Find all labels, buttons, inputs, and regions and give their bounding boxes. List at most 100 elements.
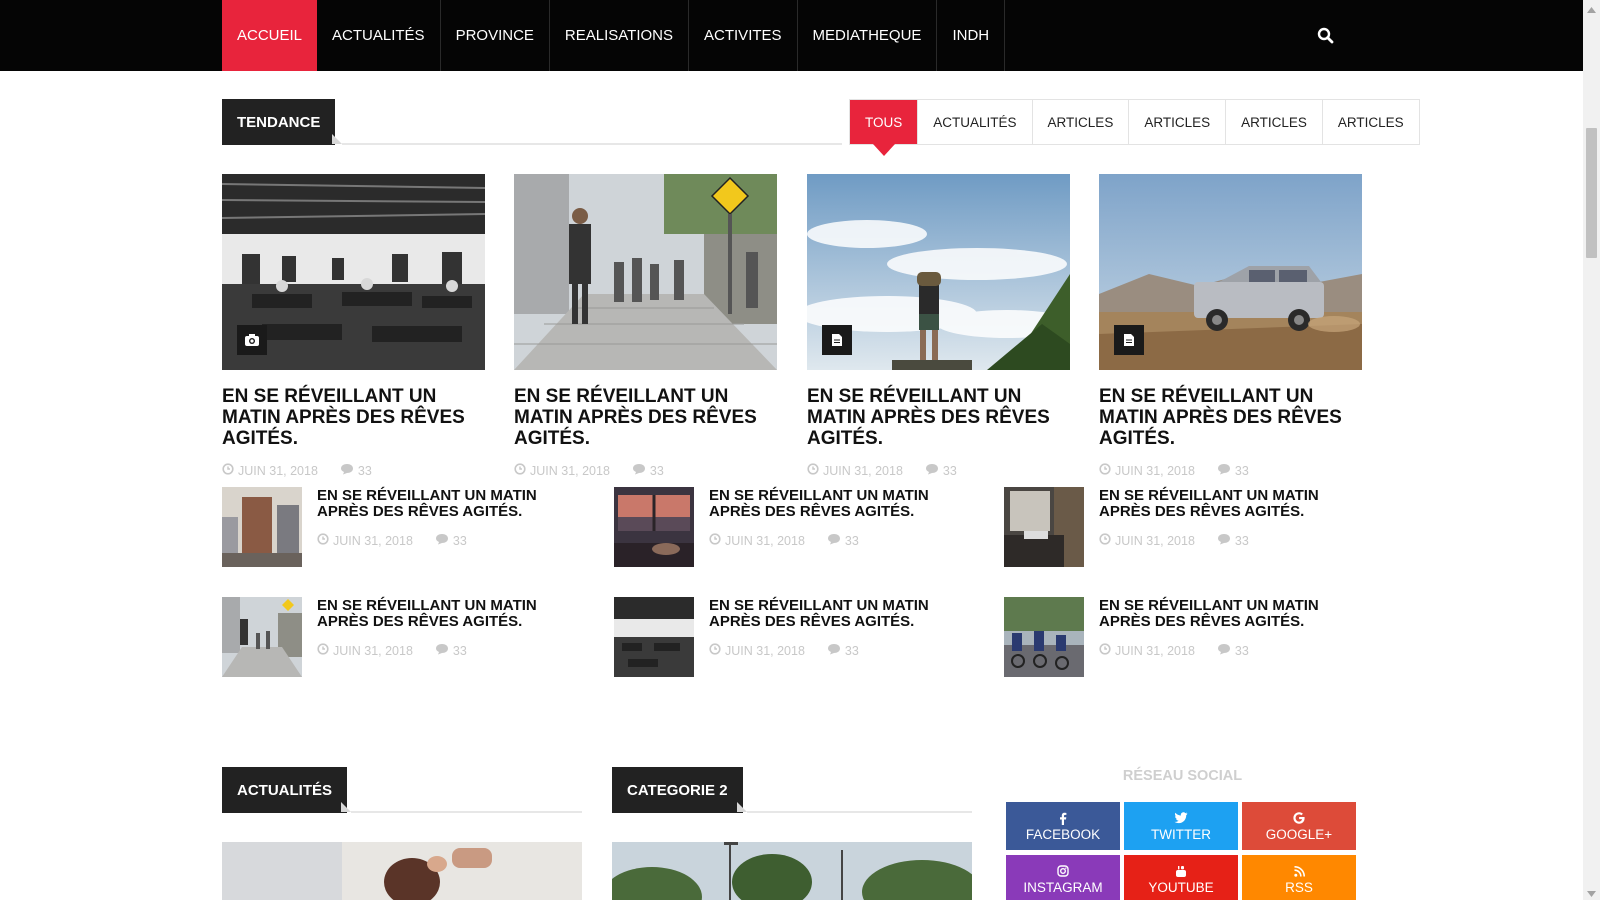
comment-icon: [632, 463, 646, 478]
tab-tous[interactable]: TOUS: [850, 100, 919, 156]
clock-icon: [709, 643, 721, 658]
news-article-image[interactable]: [222, 842, 582, 900]
scroll-up-arrow-icon[interactable]: [1586, 2, 1597, 13]
article-date: JUIN 31, 2018: [333, 643, 413, 658]
article-image[interactable]: [1099, 174, 1362, 370]
article-meta: JUIN 31, 2018 33: [709, 643, 859, 658]
clock-icon: [514, 463, 526, 478]
article-date: JUIN 31, 2018: [1115, 643, 1195, 658]
clock-icon: [1099, 643, 1111, 658]
rss-button[interactable]: RSS: [1242, 855, 1356, 900]
news-section-header: ACTUALITÉS: [222, 767, 582, 813]
tab-articles-1[interactable]: ARTICLES: [1033, 100, 1130, 144]
nav-item-mediatheque[interactable]: MEDIATHEQUE: [798, 0, 938, 71]
facebook-icon: [1059, 810, 1067, 826]
trending-title: TENDANCE: [222, 99, 336, 145]
comment-count: 33: [1234, 533, 1249, 548]
nav-item-actualites[interactable]: ACTUALITÉS: [317, 0, 441, 71]
article-date: JUIN 31, 2018: [238, 463, 318, 478]
article-meta: JUIN 31, 2018 33: [709, 533, 859, 548]
scrollbar-thumb[interactable]: [1586, 128, 1597, 258]
article-image[interactable]: [807, 174, 1070, 370]
article-title[interactable]: EN SE RÉVEILLANT UN MATIN APRÈS DES RÊVE…: [709, 488, 974, 520]
comment-icon: [1217, 463, 1231, 478]
trending-header: TENDANCE: [222, 99, 842, 145]
category2-article-image[interactable]: [612, 842, 972, 900]
main-nav: ACCUEIL ACTUALITÉS PROVINCE REALISATIONS…: [222, 0, 1006, 71]
article-date: JUIN 31, 2018: [1115, 533, 1195, 548]
clock-icon: [222, 463, 234, 478]
comment-icon: [827, 533, 841, 548]
comment-count: 33: [452, 533, 467, 548]
article-thumbnail[interactable]: [1004, 597, 1084, 677]
article-image[interactable]: [514, 174, 777, 370]
article-thumbnail[interactable]: [222, 487, 302, 567]
comment-count: 33: [1234, 463, 1249, 478]
comment-count: 33: [357, 463, 372, 478]
tab-articles-3[interactable]: ARTICLES: [1226, 100, 1323, 144]
article-thumbnail[interactable]: [222, 597, 302, 677]
instagram-button[interactable]: INSTAGRAM: [1006, 855, 1120, 900]
article-meta: JUIN 31, 2018 33: [317, 533, 467, 548]
article-title[interactable]: EN SE RÉVEILLANT UN MATIN APRÈS DES RÊVE…: [709, 598, 974, 630]
facebook-button[interactable]: FACEBOOK: [1006, 802, 1120, 850]
article-title[interactable]: EN SE RÉVEILLANT UN MATIN APRÈS DES RÊVE…: [222, 386, 485, 449]
article-thumbnail[interactable]: [1004, 487, 1084, 567]
comment-icon: [925, 463, 939, 478]
article-title[interactable]: EN SE RÉVEILLANT UN MATIN APRÈS DES RÊVE…: [317, 598, 582, 630]
comment-count: 33: [844, 643, 859, 658]
article-meta: JUIN 31, 2018 33: [514, 463, 777, 478]
tab-articles-4[interactable]: ARTICLES: [1323, 100, 1419, 144]
clock-icon: [317, 533, 329, 548]
list-item: EN SE RÉVEILLANT UN MATIN APRÈS DES RÊVE…: [614, 487, 974, 567]
comment-icon: [340, 463, 354, 478]
article-title[interactable]: EN SE RÉVEILLANT UN MATIN APRÈS DES RÊVE…: [317, 488, 582, 520]
twitter-icon: [1174, 810, 1188, 826]
article-title[interactable]: EN SE RÉVEILLANT UN MATIN APRÈS DES RÊVE…: [1099, 488, 1364, 520]
article-title[interactable]: EN SE RÉVEILLANT UN MATIN APRÈS DES RÊVE…: [514, 386, 777, 449]
comment-icon: [827, 643, 841, 658]
comment-icon: [1217, 533, 1231, 548]
tab-actualites[interactable]: ACTUALITÉS: [918, 100, 1033, 144]
twitter-button[interactable]: TWITTER: [1124, 802, 1238, 850]
clock-icon: [807, 463, 819, 478]
twitter-label: TWITTER: [1151, 827, 1211, 842]
list-item: EN SE RÉVEILLANT UN MATIN APRÈS DES RÊVE…: [614, 597, 974, 677]
nav-item-accueil[interactable]: ACCUEIL: [222, 0, 318, 71]
article-meta: JUIN 31, 2018 33: [1099, 533, 1249, 548]
tab-articles-2[interactable]: ARTICLES: [1129, 100, 1227, 144]
comment-icon: [1217, 643, 1231, 658]
scroll-down-arrow-icon[interactable]: [1586, 886, 1597, 897]
nav-item-realisations[interactable]: REALISATIONS: [550, 0, 690, 71]
featured-card: EN SE RÉVEILLANT UN MATIN APRÈS DES RÊVE…: [1099, 174, 1362, 478]
search-icon[interactable]: [1316, 26, 1336, 46]
header-notch: [341, 802, 351, 812]
youtube-button[interactable]: YOUTUBE: [1124, 855, 1238, 900]
nav-item-indh[interactable]: INDH: [937, 0, 1006, 71]
featured-card: EN SE RÉVEILLANT UN MATIN APRÈS DES RÊVE…: [807, 174, 1070, 478]
article-meta: JUIN 31, 2018 33: [222, 463, 485, 478]
youtube-icon: [1175, 863, 1187, 879]
article-title[interactable]: EN SE RÉVEILLANT UN MATIN APRÈS DES RÊVE…: [1099, 386, 1362, 449]
comment-icon: [435, 533, 449, 548]
article-meta: JUIN 31, 2018 33: [317, 643, 467, 658]
article-title[interactable]: EN SE RÉVEILLANT UN MATIN APRÈS DES RÊVE…: [1099, 598, 1364, 630]
article-thumbnail[interactable]: [614, 597, 694, 677]
comment-icon: [435, 643, 449, 658]
article-meta: JUIN 31, 2018 33: [807, 463, 1070, 478]
article-title[interactable]: EN SE RÉVEILLANT UN MATIN APRÈS DES RÊVE…: [807, 386, 1070, 449]
google-plus-button[interactable]: GOOGLE+: [1242, 802, 1356, 850]
nav-item-province[interactable]: PROVINCE: [441, 0, 550, 71]
header-divider: [351, 811, 582, 813]
article-date: JUIN 31, 2018: [725, 533, 805, 548]
article-thumbnail[interactable]: [614, 487, 694, 567]
list-item: EN SE RÉVEILLANT UN MATIN APRÈS DES RÊVE…: [1004, 597, 1364, 677]
instagram-icon: [1057, 863, 1069, 879]
header-notch: [737, 802, 747, 812]
comment-count: 33: [942, 463, 957, 478]
featured-card: EN SE RÉVEILLANT UN MATIN APRÈS DES RÊVE…: [514, 174, 777, 478]
rss-label: RSS: [1285, 880, 1313, 895]
article-image[interactable]: [222, 174, 485, 370]
nav-item-activites[interactable]: ACTIVITES: [689, 0, 798, 71]
article-meta: JUIN 31, 2018 33: [1099, 643, 1249, 658]
